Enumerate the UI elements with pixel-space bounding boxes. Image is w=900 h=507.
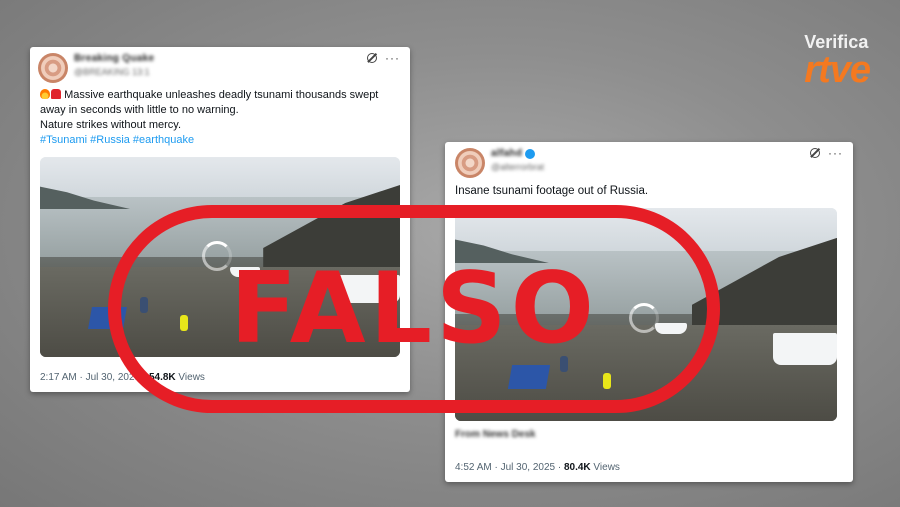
user-handle[interactable]: @alterrorbrat xyxy=(491,162,544,172)
views-count: 80.4K xyxy=(563,462,591,473)
grok-icon[interactable] xyxy=(367,53,377,63)
user-name[interactable]: alfahd xyxy=(491,148,522,159)
tweet-text-line-1: Massive earthquake unleashes deadly tsun… xyxy=(64,89,379,101)
verifica-rtve-logo: Verifica rtve xyxy=(804,32,871,91)
tweet-timestamp[interactable]: 4:52 AM · Jul 30, 2025 · xyxy=(455,462,564,473)
tweet-meta: 4:52 AM · Jul 30, 2025 · 80.4K Views xyxy=(455,462,620,473)
fire-emoji-icon xyxy=(40,89,50,99)
falso-label: FALSO xyxy=(230,252,598,366)
falso-stamp: FALSO xyxy=(108,205,720,413)
siren-emoji-icon xyxy=(51,89,61,99)
avatar[interactable] xyxy=(455,148,485,178)
tweet-text-line-1: Insane tsunami footage out of Russia. xyxy=(455,185,649,197)
tweet-actions-top: ··· xyxy=(810,147,843,159)
tweet-text: Massive earthquake unleashes deadly tsun… xyxy=(40,88,405,148)
avatar[interactable] xyxy=(38,53,68,83)
video-boat xyxy=(773,333,837,365)
user-name[interactable]: Breaking Quake xyxy=(74,53,154,64)
tweet-actions-top: ··· xyxy=(367,52,400,64)
tweet-text-line-3: Nature strikes without mercy. xyxy=(40,119,182,131)
source-footer[interactable]: From News Desk xyxy=(455,429,536,440)
fact-check-graphic: Breaking Quake @BREAKING 13:1 ··· Massiv… xyxy=(0,0,900,507)
tweet-text: Insane tsunami footage out of Russia. xyxy=(455,184,845,199)
logo-rtve-text: rtve xyxy=(804,49,871,91)
views-label: Views xyxy=(590,462,620,473)
hashtags[interactable]: #Tsunami #Russia #earthquake xyxy=(40,133,405,148)
video-sky xyxy=(40,157,400,201)
tweet-text-line-2: away in seconds with little to no warnin… xyxy=(40,104,239,116)
user-handle[interactable]: @BREAKING 13:1 xyxy=(74,67,150,77)
verified-badge-icon xyxy=(525,149,535,159)
grok-icon[interactable] xyxy=(810,148,820,158)
more-icon[interactable]: ··· xyxy=(828,147,843,159)
more-icon[interactable]: ··· xyxy=(385,52,400,64)
